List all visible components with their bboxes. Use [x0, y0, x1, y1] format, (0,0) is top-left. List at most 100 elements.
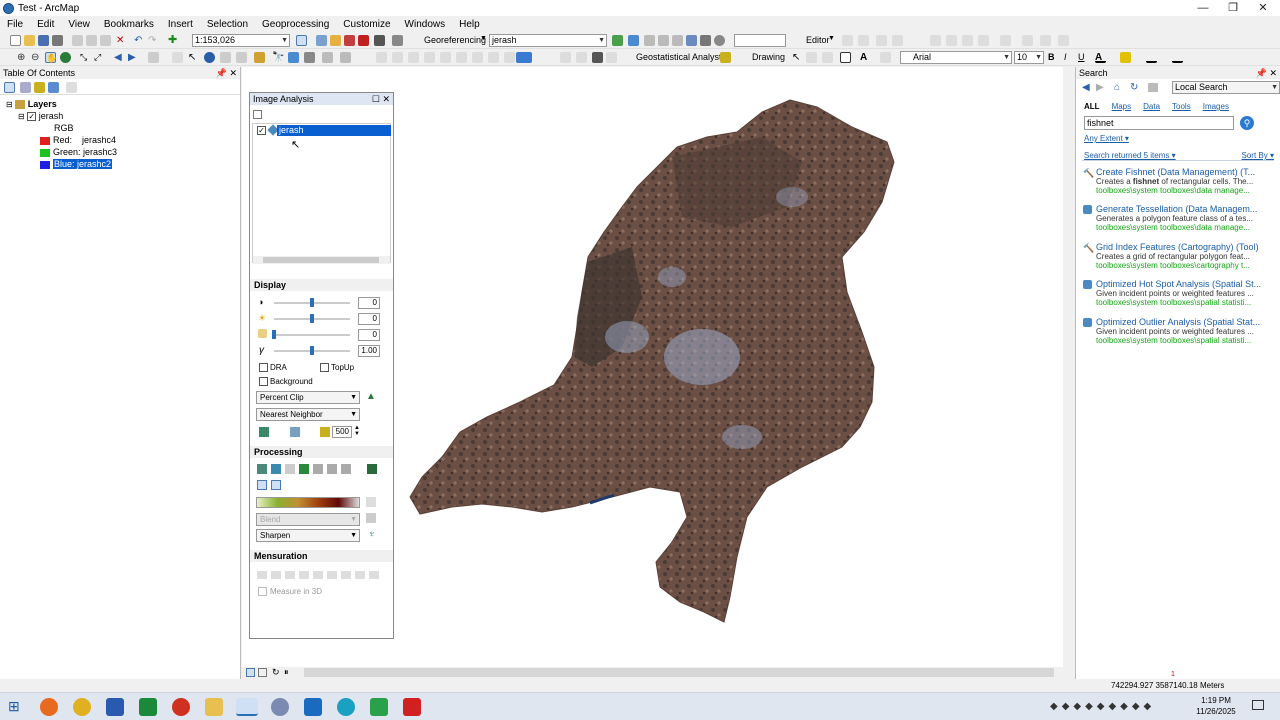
- brightness-value[interactable]: 0: [358, 313, 380, 325]
- menu-geoprocessing[interactable]: Geoprocessing: [255, 19, 336, 30]
- result-title[interactable]: Create Fishnet (Data Management) (T...: [1096, 167, 1276, 177]
- scroll-thumb[interactable]: [263, 257, 379, 263]
- image-tool-8-icon[interactable]: [488, 52, 499, 63]
- list-by-selection-icon[interactable]: [48, 82, 59, 93]
- drawing-menu[interactable]: Drawing: [752, 52, 785, 62]
- menu-insert[interactable]: Insert: [161, 19, 200, 30]
- band-blue[interactable]: Blue: jerashc2: [40, 159, 113, 169]
- edit-vertices-icon[interactable]: [880, 52, 891, 63]
- band-green[interactable]: Green: jerashc3: [40, 147, 117, 157]
- ndvi-icon[interactable]: [299, 464, 309, 474]
- measure-area-icon[interactable]: [285, 571, 295, 579]
- new-document-icon[interactable]: [10, 35, 21, 46]
- print-icon[interactable]: [52, 35, 63, 46]
- tab-maps[interactable]: Maps: [1112, 102, 1132, 111]
- spinner-icon[interactable]: ▲ ▼: [354, 425, 360, 437]
- scale-combo[interactable]: 1:153,026 ▼: [192, 34, 290, 47]
- model-builder-icon[interactable]: [392, 35, 403, 46]
- image-tool-3-icon[interactable]: [408, 52, 419, 63]
- sketch-properties-icon[interactable]: [1022, 35, 1033, 46]
- histogram-icon[interactable]: ▲: [366, 391, 376, 402]
- rotate-icon[interactable]: [612, 35, 623, 46]
- data-view-icon[interactable]: [246, 668, 255, 677]
- edge-icon[interactable]: [337, 698, 355, 716]
- find-icon[interactable]: 🔭: [272, 52, 284, 63]
- measure-centroid-icon[interactable]: [299, 571, 309, 579]
- bold-button[interactable]: B: [1048, 52, 1055, 62]
- layer-visibility-checkbox[interactable]: ✓: [27, 112, 37, 122]
- save-icon[interactable]: [38, 35, 49, 46]
- dra-checkbox[interactable]: [259, 363, 268, 372]
- flicker-icon[interactable]: [320, 427, 330, 437]
- result-title[interactable]: Optimized Hot Spot Analysis (Spatial St.…: [1096, 279, 1276, 289]
- collapse-icon[interactable]: ⊟: [18, 112, 25, 121]
- blend-select[interactable]: Blend ▼: [256, 513, 360, 526]
- topup-checkbox[interactable]: [320, 363, 329, 372]
- undo-icon[interactable]: ↶: [134, 35, 145, 46]
- excel-icon[interactable]: [139, 698, 157, 716]
- menu-windows[interactable]: Windows: [398, 19, 453, 30]
- measure-3d-checkbox[interactable]: [258, 587, 267, 596]
- clip-icon[interactable]: [257, 464, 267, 474]
- sharpen-select[interactable]: Sharpen ▼: [256, 529, 360, 542]
- link-table-icon[interactable]: [686, 35, 697, 46]
- back-extent-icon[interactable]: ◀: [114, 52, 125, 63]
- python-window-icon[interactable]: [374, 35, 385, 46]
- toc-window-icon[interactable]: [316, 35, 327, 46]
- scale-tool-icon[interactable]: [658, 35, 669, 46]
- marker-color-icon[interactable]: [1172, 52, 1183, 63]
- zoom-out-icon[interactable]: ⊖: [31, 52, 42, 63]
- toc-options-icon[interactable]: [66, 82, 77, 93]
- editor-menu[interactable]: Editor: [806, 35, 830, 45]
- search-result[interactable]: 🔨 Create Fishnet (Data Management) (T...…: [1083, 167, 1276, 195]
- system-tray-icons[interactable]: ◆◆◆◆◆◆◆◆◆: [1050, 701, 1155, 712]
- zoom-resolution-icon[interactable]: [290, 427, 300, 437]
- transparency-slider[interactable]: [274, 334, 350, 336]
- layout-tool-3-icon[interactable]: [592, 52, 603, 63]
- pin-icon[interactable]: 📌: [1256, 68, 1267, 78]
- pansharpen-icon[interactable]: [341, 464, 351, 474]
- image-tool-5-icon[interactable]: [440, 52, 451, 63]
- rectangle-icon[interactable]: [840, 52, 851, 63]
- menu-help[interactable]: Help: [452, 19, 487, 30]
- layout-view-icon[interactable]: [258, 668, 267, 677]
- result-title[interactable]: Generate Tessellation (Data Managem...: [1096, 204, 1276, 214]
- open-folder-icon[interactable]: [24, 35, 35, 46]
- delete-icon[interactable]: ✕: [116, 35, 127, 46]
- tab-tools[interactable]: Tools: [1172, 102, 1191, 111]
- split-tool-icon[interactable]: [946, 35, 957, 46]
- mensuration-section-header[interactable]: Mensuration: [250, 550, 393, 562]
- minimize-button[interactable]: —: [1188, 0, 1218, 16]
- close-icon[interactable]: ✕: [1269, 68, 1277, 78]
- identify-icon[interactable]: [204, 52, 215, 63]
- color-ramp-select[interactable]: [256, 497, 360, 508]
- underline-button[interactable]: U: [1078, 52, 1085, 62]
- go-to-xy-icon[interactable]: [304, 52, 315, 63]
- font-combo[interactable]: Arial ▼: [900, 51, 1012, 64]
- colormap-icon[interactable]: [271, 480, 281, 490]
- text-icon[interactable]: A: [860, 52, 871, 63]
- italic-button[interactable]: I: [1064, 52, 1067, 62]
- measure-point-icon[interactable]: [313, 571, 323, 579]
- layout-tool-1-icon[interactable]: [560, 52, 571, 63]
- close-icon[interactable]: ✕: [382, 94, 390, 104]
- menu-customize[interactable]: Customize: [336, 19, 397, 30]
- color-ramp-icon[interactable]: [366, 497, 376, 507]
- transparency-slider-thumb[interactable]: [272, 330, 276, 339]
- attributes-icon[interactable]: [1000, 35, 1011, 46]
- georef-layer-combo[interactable]: jerash ▼: [489, 34, 607, 47]
- brightness-slider-thumb[interactable]: [310, 314, 314, 323]
- search-icon[interactable]: ⚲: [1240, 116, 1254, 130]
- tab-data[interactable]: Data: [1143, 102, 1160, 111]
- list-by-visibility-icon[interactable]: [34, 82, 45, 93]
- blend-icon[interactable]: [366, 513, 376, 523]
- tab-all[interactable]: ALL: [1084, 102, 1100, 111]
- pin-icon[interactable]: 📌: [216, 68, 227, 78]
- view-link-icon[interactable]: [700, 35, 711, 46]
- scroll-thumb[interactable]: [304, 668, 1054, 677]
- options-icon[interactable]: [253, 110, 262, 119]
- search-result[interactable]: Optimized Hot Spot Analysis (Spatial St.…: [1083, 279, 1276, 307]
- layer-item-jerash[interactable]: jerash: [277, 125, 391, 136]
- menu-edit[interactable]: Edit: [30, 19, 61, 30]
- clock-time[interactable]: 1:19 PM: [1196, 696, 1236, 705]
